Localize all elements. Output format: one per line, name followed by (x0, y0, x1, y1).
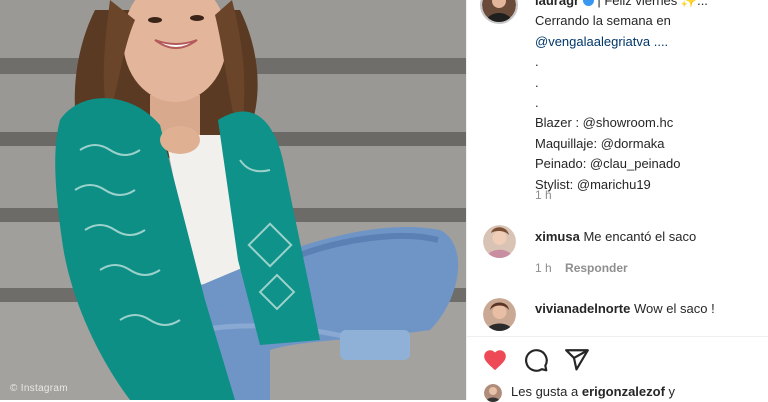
caption-line: . (535, 54, 539, 70)
caption-line: . (535, 95, 539, 111)
comment-text-row: ximusa Me encantó el saco (535, 229, 696, 244)
comment-text: Me encantó el saco (583, 229, 697, 244)
commenter-avatar[interactable] (483, 225, 516, 258)
post-photo[interactable]: © Instagram (0, 0, 466, 400)
caption-timestamp[interactable]: 1 h (535, 188, 552, 202)
comment-meta: 1 h Responder (535, 261, 638, 275)
likes-user[interactable]: erigonzalezof (582, 384, 665, 399)
caption-line: . (535, 74, 539, 90)
commenter-avatar[interactable] (483, 298, 516, 331)
verified-badge-icon (582, 0, 594, 6)
paper-plane-icon[interactable] (564, 347, 590, 373)
photo-illustration (0, 0, 466, 400)
reply-button[interactable]: Responder (565, 261, 628, 275)
caption-line: Cerrando la semana en (535, 13, 671, 29)
comment-icon[interactable] (523, 347, 549, 373)
heart-filled-icon[interactable] (482, 347, 508, 373)
comment-text-row: vivianadelnorte Wow el saco ! (535, 301, 715, 316)
likes-suffix: y (668, 384, 676, 399)
caption-line: Stylist: @marichu19 (535, 176, 651, 192)
caption-line: Maquillaje: @dormaka (535, 135, 665, 151)
liker-avatar[interactable] (484, 384, 502, 402)
photo-watermark: © Instagram (10, 383, 68, 394)
post-caption: lauragr | Feliz viernes ✨... Cerrando la… (535, 0, 760, 195)
comment-username[interactable]: ximusa (535, 229, 580, 244)
caption-first-line: | Feliz viernes ✨... (597, 0, 708, 8)
caption-line: Blazer : @showroom.hc (535, 115, 674, 131)
actions-divider (466, 336, 768, 337)
likes-summary: Les gusta a erigonzalezof y (511, 384, 675, 399)
caption-line: Peinado: @clau_peinado (535, 156, 681, 172)
caption-author-name[interactable]: lauragr (535, 0, 579, 8)
caption-mention[interactable]: @vengalaalegriatva .... (535, 32, 760, 52)
comment-text: Wow el saco ! (634, 301, 715, 316)
comment-username[interactable]: vivianadelnorte (535, 301, 630, 316)
likes-prefix: Les gusta a (511, 384, 579, 399)
comment-timestamp[interactable]: 1 h (535, 261, 552, 275)
